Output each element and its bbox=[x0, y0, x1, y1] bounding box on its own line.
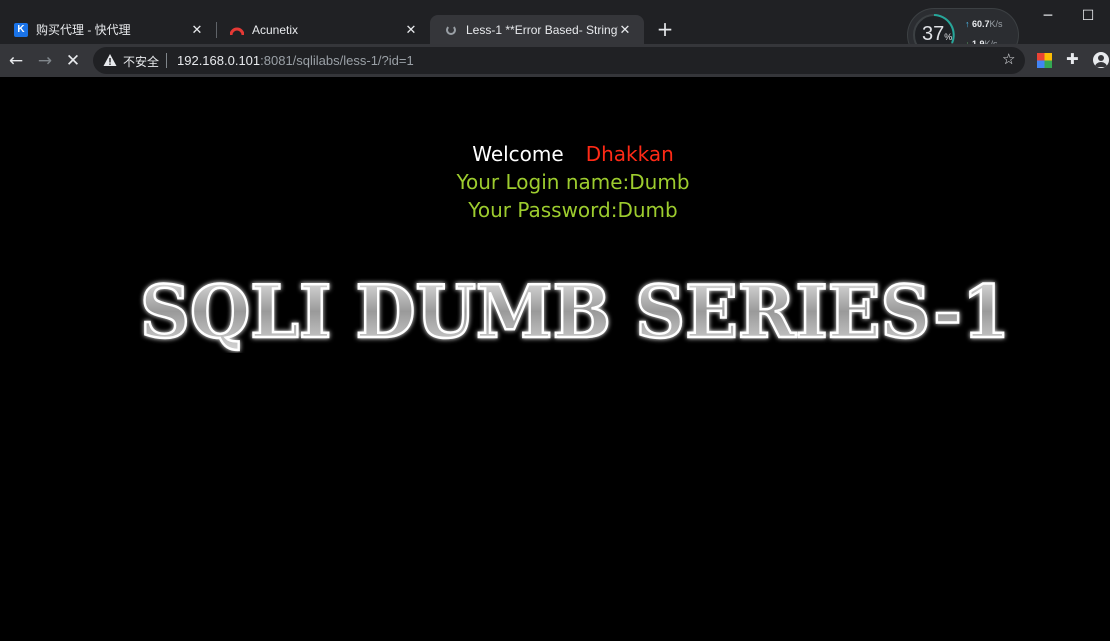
user-name: Dhakkan bbox=[585, 142, 674, 166]
profile-avatar-icon[interactable] bbox=[1093, 52, 1109, 68]
page-content: Welcome Dhakkan Your Login name:Dumb Your… bbox=[0, 77, 1110, 641]
extensions-puzzle-icon[interactable]: ✚ bbox=[1066, 50, 1079, 68]
close-icon[interactable]: ✕ bbox=[190, 22, 204, 38]
forward-arrow-icon[interactable]: → bbox=[36, 52, 54, 70]
welcome-text: Welcome bbox=[472, 142, 564, 166]
series-banner-image: SQLI DUMB SERIES-1 bbox=[139, 273, 1012, 353]
close-icon[interactable]: ✕ bbox=[404, 22, 418, 38]
minimize-icon[interactable]: ─ bbox=[1038, 8, 1058, 24]
browser-toolbar: ← → ✕ 不安全 192.168.0.101:8081/sqlilabs/le… bbox=[0, 44, 1110, 77]
address-bar[interactable]: 不安全 192.168.0.101:8081/sqlilabs/less-1/?… bbox=[93, 47, 1025, 74]
banner-text: SQLI DUMB SERIES-1 bbox=[140, 273, 1010, 353]
tab-title: Acunetix bbox=[252, 22, 299, 37]
url-text[interactable]: 192.168.0.101:8081/sqlilabs/less-1/?id=1 bbox=[177, 53, 414, 68]
new-tab-button[interactable]: + bbox=[655, 18, 675, 40]
url-divider bbox=[166, 53, 167, 68]
security-label[interactable]: 不安全 bbox=[123, 53, 159, 70]
tab-kuaidaili[interactable]: K 购买代理 - 快代理 ✕ bbox=[0, 15, 216, 44]
upload-speed: ↑ 60.7K/s bbox=[965, 19, 1003, 29]
stop-loading-icon[interactable]: ✕ bbox=[64, 52, 82, 70]
maximize-icon[interactable]: ☐ bbox=[1078, 8, 1098, 24]
tab-title: 购买代理 - 快代理 bbox=[36, 23, 131, 37]
tab-bar: K 购买代理 - 快代理 ✕ Acunetix ✕ Less-1 **Error… bbox=[0, 0, 1110, 61]
loading-spinner-icon bbox=[444, 23, 458, 37]
color-extension-icon[interactable] bbox=[1037, 53, 1052, 68]
tab-title: Less-1 **Error Based- String** bbox=[466, 22, 618, 37]
password-text: Your Password:Dumb bbox=[468, 198, 678, 222]
back-arrow-icon[interactable]: ← bbox=[7, 52, 25, 70]
tab-less-1[interactable]: Less-1 **Error Based- String** ✕ bbox=[430, 15, 644, 44]
warning-icon[interactable] bbox=[103, 53, 117, 67]
upload-arrow-icon: ↑ bbox=[965, 19, 970, 29]
acunetix-icon bbox=[230, 27, 244, 35]
close-icon[interactable]: ✕ bbox=[618, 22, 632, 38]
tab-acunetix[interactable]: Acunetix ✕ bbox=[216, 15, 430, 44]
bookmark-star-icon[interactable]: ☆ bbox=[1002, 50, 1015, 68]
cpu-percent: 37% bbox=[922, 23, 953, 45]
login-name-text: Your Login name:Dumb bbox=[456, 170, 690, 194]
welcome-line: Welcome Dhakkan bbox=[0, 140, 1110, 168]
kuaidaili-k-icon: K bbox=[14, 22, 28, 37]
